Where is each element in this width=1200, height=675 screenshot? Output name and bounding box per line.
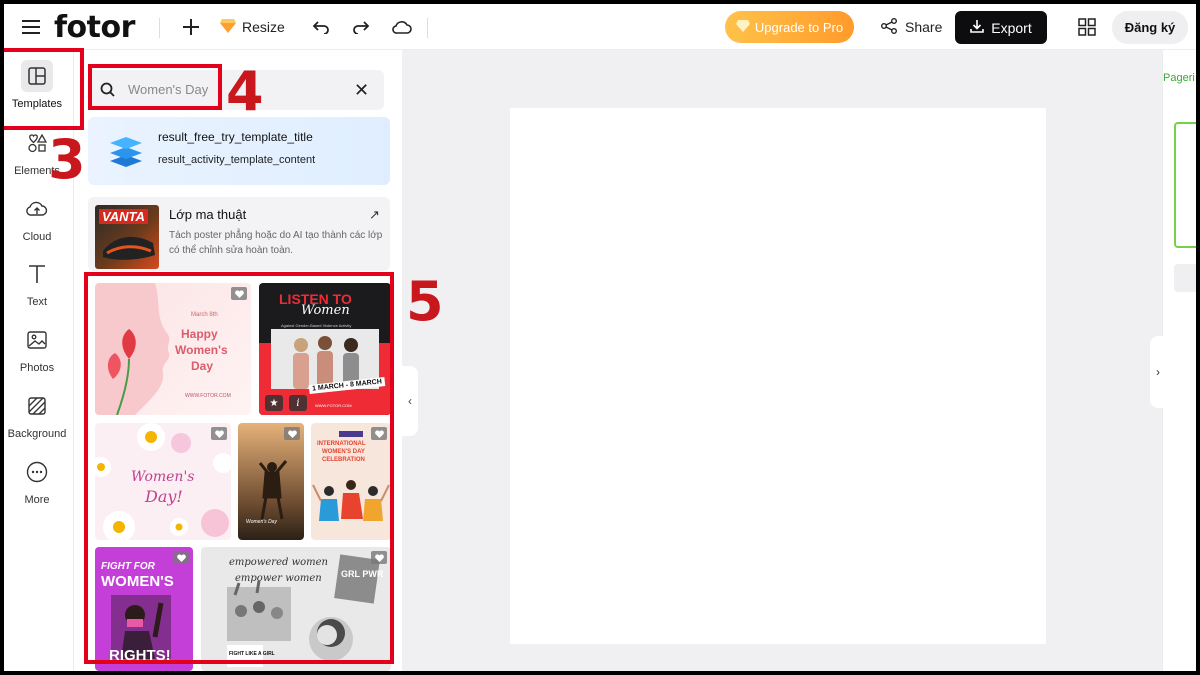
magic-layer-title: Lớp ma thuật [169, 207, 247, 222]
resize-label: Resize [242, 19, 285, 35]
page-thumbnail[interactable] [1174, 122, 1196, 248]
annotation-box-search [88, 64, 222, 110]
magic-layer-description: Tách poster phẳng hoặc do AI tạo thành c… [169, 230, 383, 256]
promo-content: result_activity_template_content [158, 154, 316, 166]
divider [159, 18, 160, 38]
collapse-panel-button[interactable]: ‹ [402, 366, 418, 436]
magic-layer-card[interactable]: VANTA Lớp ma thuật Tách poster phẳng hoặ… [88, 197, 390, 271]
signup-button[interactable]: Đăng ký [1112, 11, 1188, 44]
chevron-right-icon: › [1156, 365, 1160, 379]
canvas-workspace [402, 50, 1162, 671]
expand-right-panel-button[interactable]: › [1150, 336, 1166, 408]
download-icon [970, 19, 985, 36]
sidebar-item-label: Text [26, 296, 48, 308]
sidebar-item-photos[interactable]: Photos [4, 324, 70, 384]
redo-icon[interactable] [350, 16, 372, 38]
annotation-number-4: 4 [226, 60, 264, 123]
clear-search-icon[interactable]: ✕ [354, 80, 369, 101]
layers-stack-icon [108, 133, 144, 174]
arrow-up-right-icon: ↗ [369, 207, 380, 222]
upgrade-label: Upgrade to Pro [754, 19, 844, 35]
annotation-box-results [84, 272, 394, 664]
sidebar-item-cloud[interactable]: Cloud [4, 193, 70, 253]
annotation-number-5: 5 [406, 270, 444, 333]
sidebar-item-text[interactable]: Text [4, 258, 70, 318]
diamond-icon [735, 19, 750, 35]
grid-apps-icon[interactable] [1076, 16, 1098, 38]
export-label: Export [991, 19, 1032, 36]
resize-diamond-icon [220, 18, 236, 36]
undo-icon[interactable] [310, 16, 332, 38]
magic-layer-thumbnail: VANTA [95, 205, 159, 269]
annotation-box-templates [4, 48, 84, 130]
divider [427, 18, 428, 38]
text-icon [21, 258, 53, 290]
sidebar-item-label: Background [7, 428, 67, 440]
add-icon[interactable] [180, 16, 202, 38]
background-icon [21, 390, 53, 422]
top-toolbar: fotor Resize Upgrade to Pro Share Export… [4, 4, 1196, 50]
resize-button[interactable]: Resize [220, 14, 285, 40]
add-page-bar[interactable] [1174, 264, 1196, 292]
share-button[interactable]: Share [881, 14, 942, 40]
pager-label[interactable]: Pageri [1163, 72, 1195, 84]
photos-icon [21, 324, 53, 356]
sidebar-item-label: More [24, 494, 50, 506]
app-window: fotor Resize Upgrade to Pro Share Export… [4, 4, 1196, 671]
annotation-number-3: 3 [48, 128, 86, 191]
cloud-upload-icon [21, 193, 53, 225]
cloud-save-icon[interactable] [390, 16, 414, 38]
share-label: Share [905, 19, 943, 35]
upgrade-to-pro-button[interactable]: Upgrade to Pro [725, 11, 854, 43]
more-icon [21, 456, 53, 488]
fotor-logo[interactable]: fotor [54, 10, 135, 45]
share-icon [881, 17, 897, 37]
sidebar-item-label: Photos [19, 362, 55, 374]
hamburger-menu-icon[interactable] [20, 16, 42, 38]
free-try-template-banner[interactable]: result_free_try_template_title result_ac… [88, 117, 390, 185]
sidebar-item-more[interactable]: More [4, 456, 70, 516]
sidebar-item-label: Cloud [22, 231, 52, 243]
sidebar-item-background[interactable]: Background [4, 390, 70, 450]
blank-artboard[interactable] [510, 108, 1046, 644]
chevron-left-icon: ‹ [408, 394, 412, 408]
export-button[interactable]: Export [955, 11, 1047, 44]
promo-title: result_free_try_template_title [158, 130, 313, 144]
